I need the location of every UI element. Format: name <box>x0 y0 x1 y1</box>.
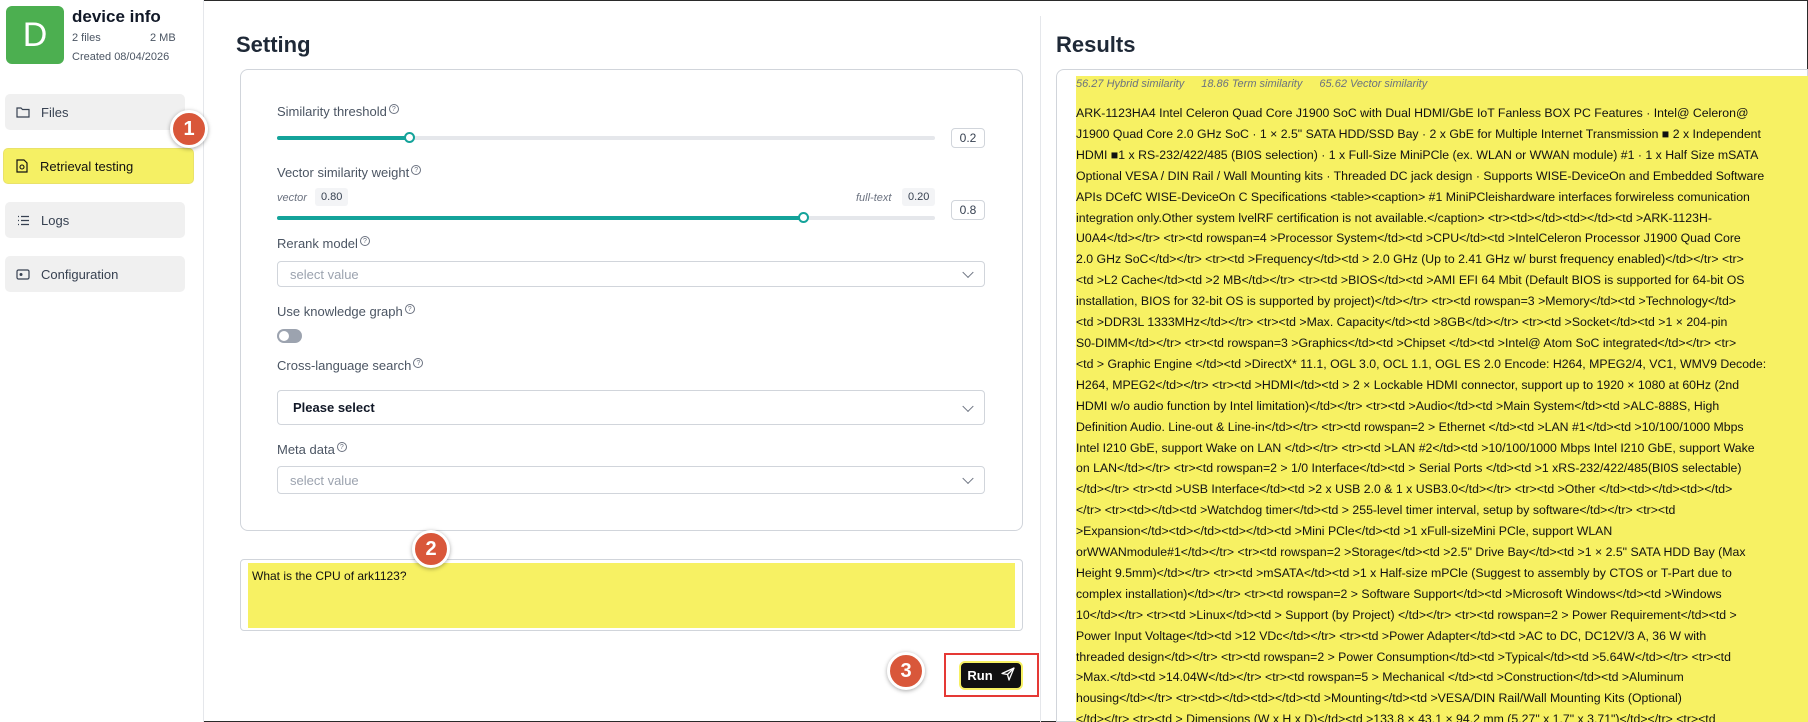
cross-language-value: Please select <box>293 400 375 415</box>
vector-weight-number[interactable]: 0.8 <box>951 200 985 220</box>
settings-card-icon <box>16 267 30 281</box>
vector-tag: vector <box>277 192 307 204</box>
created-date: Created 08/04/2026 <box>72 51 170 63</box>
result-line: Optional VESA / DIN Rail / Wall Mounting… <box>1076 168 1765 183</box>
knowledge-graph-label: Use knowledge graph? <box>277 304 415 319</box>
result-line: on LAN</td></tr> <tr><td rowspan=2 > 1/0… <box>1076 461 1742 476</box>
help-icon[interactable]: ? <box>359 236 370 246</box>
cross-language-select[interactable]: Please select <box>277 390 985 425</box>
sidebar-item-files[interactable]: Files <box>5 94 185 130</box>
step-marker-3: 3 <box>887 652 925 690</box>
result-line: orWWANmodule#1</td></tr> <tr><td rowspan… <box>1076 545 1746 560</box>
meta-data-label: Meta data? <box>277 442 347 457</box>
vector-weight-label: Vector similarity weight? <box>277 165 422 180</box>
result-line: Height 9.5mm)</td></tr> <tr><td >mSATA</… <box>1076 565 1732 580</box>
vector-weight-fill <box>277 216 804 220</box>
result-line: complex installation)</td></tr> <tr><td … <box>1076 586 1722 601</box>
sidebar-item-label: Configuration <box>41 266 119 282</box>
result-line: housing</td></tr> <tr><td></td><td></td>… <box>1076 691 1682 706</box>
similarity-scores: 56.27 Hybrid similarity 18.86 Term simil… <box>1076 78 1441 90</box>
result-line: </td></tr> <tr><td > Dimensions (W x H x… <box>1076 712 1716 722</box>
result-line: Intel I210 GbE, support Wake on LAN </td… <box>1076 440 1755 455</box>
result-chunk-text[interactable]: ARK-1123HA4 Intel Celeron Quad Core J190… <box>1076 103 1808 722</box>
rerank-model-label: Rerank model? <box>277 236 370 251</box>
help-icon[interactable]: ? <box>413 358 424 368</box>
sidebar-item-label: Retrieval testing <box>40 158 134 174</box>
chevron-down-icon <box>962 400 974 412</box>
step-marker-1: 1 <box>170 110 208 148</box>
result-line: >Expansion</td><td></td><td></td><td >Mi… <box>1076 524 1613 539</box>
vector-similarity: 65.62 Vector similarity <box>1319 78 1428 90</box>
result-line: S0-DIMM</td></tr> <tr><td rowspan=3 >Gra… <box>1076 335 1737 350</box>
result-line: >Max.</td><td >14.04W</td></tr> <tr><td … <box>1076 670 1684 685</box>
result-line: APIs DCefC WISE-DeviceOn C Specification… <box>1076 189 1750 204</box>
hybrid-similarity: 56.27 Hybrid similarity <box>1076 78 1185 90</box>
storage-size: 2 MB <box>150 32 176 44</box>
meta-data-select[interactable]: select value <box>277 466 985 494</box>
similarity-threshold-slider[interactable] <box>277 132 935 143</box>
knowledge-base-title: device info <box>72 7 161 26</box>
result-line: </td></tr> <tr><td >USB Interface</td><t… <box>1076 482 1733 497</box>
panel-divider <box>1040 16 1041 722</box>
folder-icon <box>16 105 30 119</box>
result-line: 10</td></tr> <tr><td >Linux</td><td > Su… <box>1076 607 1737 622</box>
run-label: Run <box>967 668 993 683</box>
sidebar-item-logs[interactable]: Logs <box>5 202 185 238</box>
send-icon <box>1000 667 1015 684</box>
result-line: threaded design</td></tr> <tr><td rowspa… <box>1076 649 1731 664</box>
result-line: integration only.Other system lvelRF cer… <box>1076 210 1712 225</box>
knowledge-base-avatar: D <box>6 6 64 64</box>
result-line: U0A4</td></tr> <tr><td rowspan=4 >Proces… <box>1076 231 1741 246</box>
help-icon[interactable]: ? <box>336 442 347 452</box>
help-icon[interactable]: ? <box>388 104 399 114</box>
vector-weight-value: 0.80 <box>315 188 349 206</box>
query-input[interactable] <box>248 563 1015 628</box>
results-title: Results <box>1056 32 1136 57</box>
sidebar-item-configuration[interactable]: Configuration <box>5 256 185 292</box>
result-line: <td >L2 Cache</td><td >2 MB</td></tr> <t… <box>1076 273 1745 288</box>
result-line: 2.0 GHz SoC</td></tr> <tr><td >Frequency… <box>1076 252 1744 267</box>
run-button[interactable]: Run <box>959 661 1023 690</box>
result-line: </tr> <tr><td></td><td >Watchdog timer</… <box>1076 503 1676 518</box>
result-line: <td > Graphic Engine </td><td >DirectX* … <box>1076 356 1767 371</box>
sidebar-item-label: Logs <box>41 212 70 228</box>
sidebar: D device info 2 files 2 MB Created 08/04… <box>0 0 204 722</box>
result-line: ARK-1123HA4 Intel Celeron Quad Core J190… <box>1076 106 1749 120</box>
result-line: Power Input Voltage</td><td >12 VDc</td>… <box>1076 628 1707 643</box>
help-icon[interactable]: ? <box>404 304 415 314</box>
knowledge-graph-toggle[interactable] <box>277 329 302 343</box>
step-marker-2: 2 <box>412 530 450 568</box>
result-line: HDMI ■1 x RS-232/422/485 (BI0S selection… <box>1076 147 1759 162</box>
rerank-placeholder: select value <box>290 266 359 282</box>
help-icon[interactable]: ? <box>411 165 422 175</box>
chevron-down-icon <box>962 266 974 279</box>
sidebar-item-label: Files <box>41 104 69 120</box>
similarity-threshold-fill <box>277 136 409 140</box>
fulltext-tag: full-text <box>856 192 892 204</box>
cross-language-label: Cross-language search? <box>277 358 424 373</box>
chevron-down-icon <box>962 472 974 485</box>
list-icon <box>16 213 30 227</box>
term-similarity: 18.86 Term similarity <box>1201 78 1303 90</box>
similarity-threshold-value[interactable]: 0.2 <box>951 128 985 148</box>
setting-title: Setting <box>236 32 311 57</box>
vector-weight-slider[interactable] <box>277 212 935 223</box>
result-line: installation, BIOS for 32-bit OS is supp… <box>1076 294 1736 309</box>
result-line: <td >DDR3L 1333MHz</td></tr> <tr><td >Ma… <box>1076 315 1728 330</box>
meta-data-placeholder: select value <box>290 472 359 488</box>
fulltext-weight-value: 0.20 <box>902 188 936 206</box>
sidebar-item-retrieval-testing[interactable]: Retrieval testing <box>3 148 194 184</box>
rerank-model-select[interactable]: select value <box>277 261 985 287</box>
similarity-threshold-thumb[interactable] <box>403 132 415 143</box>
result-line: HDMI w/o audio function by Intel limitat… <box>1076 398 1720 413</box>
result-line: H264, MPEG2</td></tr> <tr><td >HDMI</td>… <box>1076 377 1740 392</box>
result-line: J1900 Quad Core 2.0 GHz SoC · 1 × 2.5" S… <box>1076 126 1761 141</box>
document-search-icon <box>15 159 29 173</box>
similarity-threshold-label: Similarity threshold? <box>277 104 399 119</box>
file-count: 2 files <box>72 32 101 44</box>
result-line: Definition Audio. Line-out & Line-in</td… <box>1076 419 1744 434</box>
